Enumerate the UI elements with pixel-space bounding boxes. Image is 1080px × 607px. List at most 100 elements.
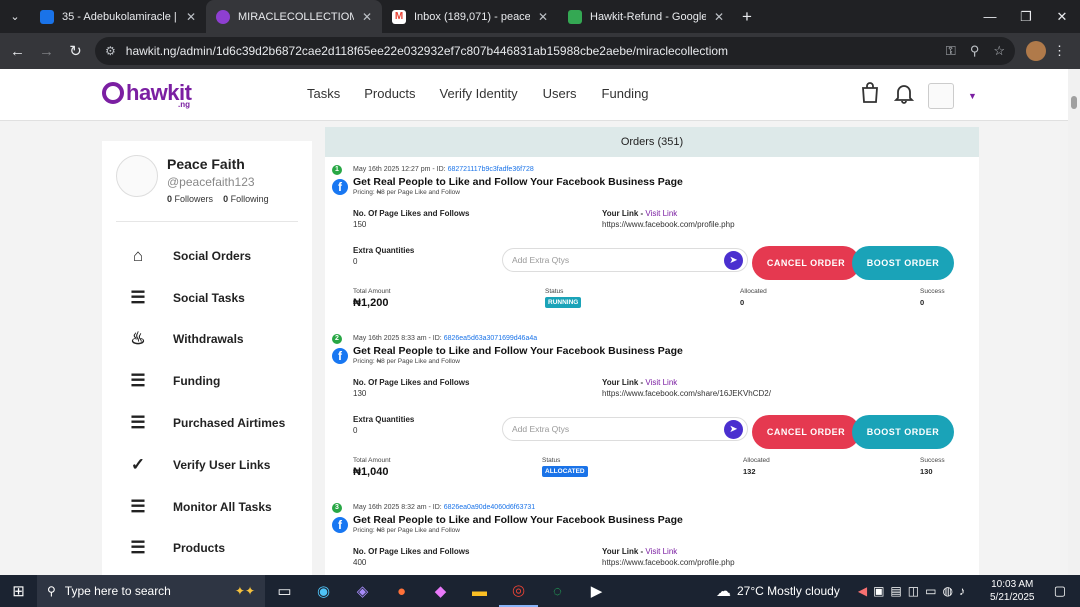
send-icon[interactable]: ➤	[724, 251, 743, 270]
cancel-order-button[interactable]: CANCEL ORDER	[752, 246, 860, 280]
extra-qty-input[interactable]: Add Extra Qtys	[502, 417, 748, 441]
bell-icon[interactable]	[893, 82, 915, 109]
likes-value: 150	[353, 220, 367, 229]
clock-time: 10:03 AM	[991, 579, 1034, 590]
whatsapp-icon[interactable]: ◌	[538, 575, 577, 607]
edge-icon[interactable]: ◉	[304, 575, 343, 607]
hawkit-logo[interactable]: hawkit .ng	[102, 80, 192, 109]
sidebar-menu: ⌂ Social Orders ☰ Social Tasks ♨ Withdra…	[126, 235, 285, 569]
visit-link[interactable]: Visit Link	[645, 547, 677, 556]
bookmark-star-icon[interactable]: ☆	[993, 43, 1005, 59]
close-tab-icon[interactable]: ✕	[186, 10, 196, 24]
extra-value: 0	[353, 426, 358, 435]
likes-label: No. Of Page Likes and Follows	[353, 209, 470, 218]
nav-verify-identity[interactable]: Verify Identity	[440, 86, 518, 101]
status-badge: RUNNING	[545, 297, 582, 308]
order-id[interactable]: 6826ea0a90de4060d6f63731	[444, 504, 536, 511]
browser-tab-3[interactable]: Hawkit-Refund - Google She ✕	[558, 0, 734, 33]
chrome-icon[interactable]: ◎	[499, 575, 538, 607]
extra-label: Extra Quantities	[353, 246, 415, 255]
file-explorer-icon[interactable]: ▬	[460, 575, 499, 607]
sidebar-item-social-orders[interactable]: ⌂ Social Orders	[126, 235, 285, 277]
orders-heading: Orders (351)	[325, 127, 979, 157]
office-icon[interactable]: ◆	[421, 575, 460, 607]
firefox-icon[interactable]: ●	[382, 575, 421, 607]
address-bar[interactable]: ⚙ hawkit.ng/admin/1d6c39d2b6872cae2d118f…	[95, 37, 1015, 65]
sidebar-item-withdrawals[interactable]: ♨ Withdrawals	[126, 319, 285, 361]
taskbar-search[interactable]: ⚲ Type here to search ✦✦	[37, 575, 265, 607]
following-count: 0	[223, 194, 229, 204]
sidebar-item-products[interactable]: ☰ Products	[126, 528, 285, 570]
site-info-icon[interactable]: ⚙	[105, 44, 116, 58]
close-tab-icon[interactable]: ✕	[538, 10, 548, 24]
browser-menu-icon[interactable]: ⋮	[1053, 43, 1066, 59]
followers-label[interactable]: Followers	[175, 194, 214, 204]
sidebar-item-funding[interactable]: ☰ Funding	[126, 360, 285, 402]
restore-icon[interactable]: ❐	[1008, 0, 1044, 33]
order-date: May 16th 2025 8:33 am	[353, 335, 427, 342]
key-icon[interactable]: ⚿	[946, 43, 956, 59]
following-label[interactable]: Following	[231, 194, 269, 204]
extra-qty-input[interactable]: Add Extra Qtys	[502, 248, 748, 272]
allocated-label: Allocated	[740, 288, 767, 295]
task-view-icon[interactable]: ▭	[265, 575, 304, 607]
cart-icon[interactable]	[860, 82, 880, 109]
boost-order-button[interactable]: BOOST ORDER	[852, 246, 954, 280]
taskbar-clock[interactable]: 10:03 AM 5/21/2025	[990, 578, 1035, 604]
browser-profile-avatar[interactable]	[1026, 41, 1046, 61]
scrollbar-thumb[interactable]	[1071, 96, 1077, 109]
tab-search-button[interactable]: ⌄	[0, 0, 30, 33]
tray-icon[interactable]: ▣	[873, 584, 884, 598]
zoom-icon[interactable]: ⚲	[970, 43, 980, 59]
browser-tab-2[interactable]: M Inbox (189,071) - peacefaith ✕	[382, 0, 558, 33]
nav-funding[interactable]: Funding	[602, 86, 649, 101]
main-nav: Tasks Products Verify Identity Users Fun…	[307, 86, 649, 101]
windows-start-icon[interactable]: ⊞	[0, 582, 37, 600]
allocated-value: 0	[740, 298, 745, 307]
new-tab-button[interactable]: +	[734, 0, 760, 33]
order-title: Get Real People to Like and Follow Your …	[353, 176, 683, 188]
link-label: Your Link	[602, 378, 639, 387]
tray-icon[interactable]: ▤	[890, 584, 901, 598]
forward-icon[interactable]: →	[32, 43, 61, 60]
notification-icon[interactable]: ▢	[1054, 583, 1066, 599]
close-tab-icon[interactable]: ✕	[362, 10, 372, 24]
visit-link[interactable]: Visit Link	[645, 209, 677, 218]
reload-icon[interactable]: ↻	[61, 42, 90, 60]
close-window-icon[interactable]: ✕	[1044, 0, 1080, 33]
volume-icon[interactable]: ♪	[959, 584, 965, 598]
copilot-icon[interactable]: ◈	[343, 575, 382, 607]
flame-icon: ♨	[130, 329, 146, 349]
nav-tasks[interactable]: Tasks	[307, 86, 340, 101]
back-icon[interactable]: ←	[3, 43, 32, 60]
nav-users[interactable]: Users	[543, 86, 577, 101]
media-player-icon[interactable]: ▶	[577, 575, 616, 607]
tab-title: Inbox (189,071) - peacefaith	[414, 10, 530, 23]
browser-tab-1[interactable]: MIRACLECOLLECTIOM's Prof ✕	[206, 0, 382, 33]
sidebar-item-monitor-all-tasks[interactable]: ☰ Monitor All Tasks	[126, 486, 285, 528]
weather-text[interactable]: 27°C Mostly cloudy	[737, 584, 840, 598]
boost-order-button[interactable]: BOOST ORDER	[852, 415, 954, 449]
send-icon[interactable]: ➤	[724, 420, 743, 439]
chevron-down-icon[interactable]: ▼	[968, 91, 977, 101]
list-icon: ☰	[130, 496, 146, 516]
sidebar-item-purchased-airtimes[interactable]: ☰ Purchased Airtimes	[126, 402, 285, 444]
browser-tab-0[interactable]: 35 - Adebukolamiracle | C ✕	[30, 0, 206, 33]
order-id[interactable]: 682721117b9c3fadfe36f728	[448, 166, 534, 173]
sidebar-item-verify-user-links[interactable]: ✓ Verify User Links	[126, 444, 285, 486]
order-id[interactable]: 6826ea5d63a3071699d46a4a	[444, 335, 537, 342]
nav-products[interactable]: Products	[364, 86, 415, 101]
battery-icon[interactable]: ▭	[925, 584, 936, 598]
network-icon[interactable]: ◍	[942, 584, 952, 598]
page-scrollbar[interactable]	[1068, 69, 1080, 575]
tab-favicon	[216, 9, 230, 24]
close-tab-icon[interactable]: ✕	[714, 10, 724, 24]
speaker-tray-icon[interactable]: ◀	[858, 584, 867, 598]
minimize-icon[interactable]: —	[972, 0, 1008, 33]
tray-icon[interactable]: ◫	[908, 584, 919, 598]
visit-link[interactable]: Visit Link	[645, 378, 677, 387]
user-avatar[interactable]	[928, 82, 954, 109]
sidebar-item-social-tasks[interactable]: ☰ Social Tasks	[126, 277, 285, 319]
facebook-icon: f	[332, 348, 348, 364]
cancel-order-button[interactable]: CANCEL ORDER	[752, 415, 860, 449]
